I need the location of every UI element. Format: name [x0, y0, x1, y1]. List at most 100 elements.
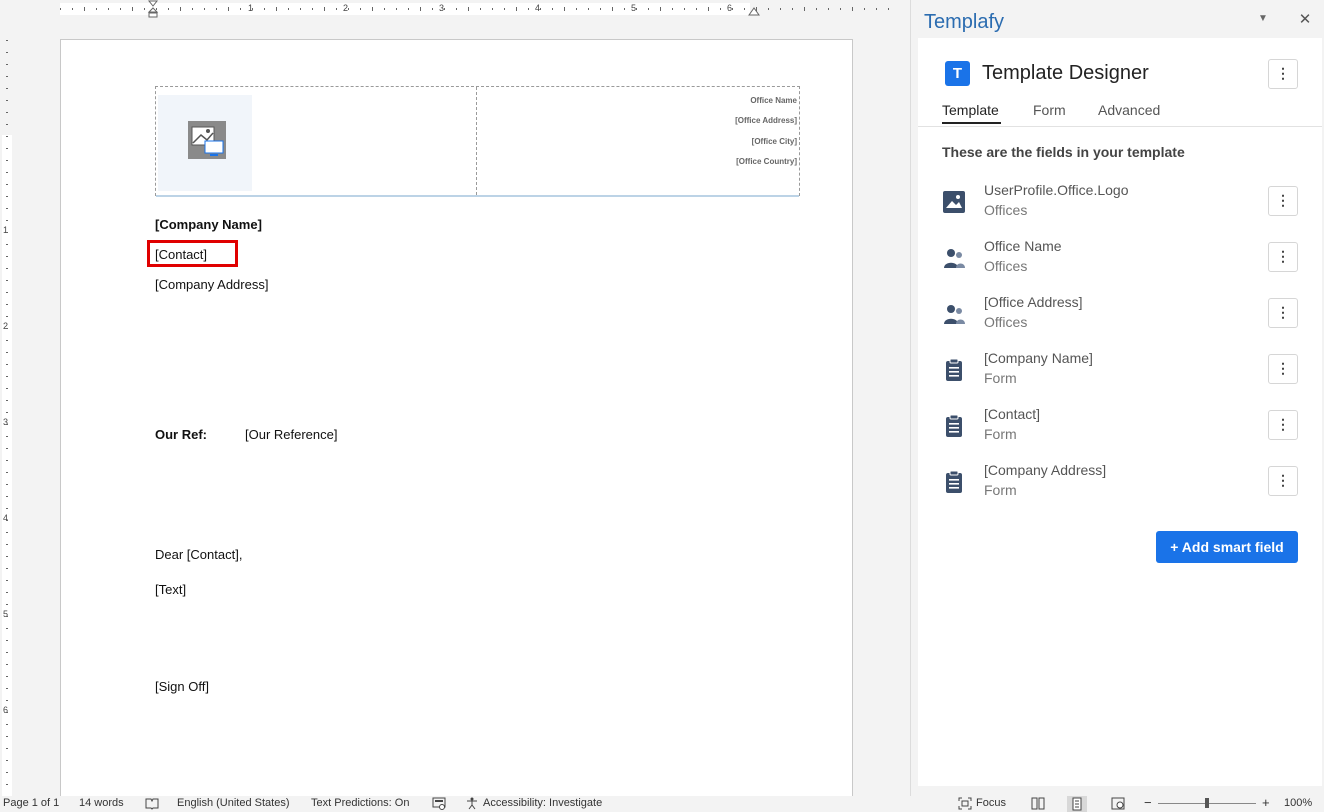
field-row-company-address[interactable]: [Company Address] Form ⋮	[918, 460, 1322, 516]
ruler-tick	[6, 640, 8, 641]
accessibility-icon[interactable]	[465, 797, 479, 810]
add-smart-field-button[interactable]: + Add smart field	[1156, 531, 1298, 563]
ruler-tick	[6, 352, 8, 353]
ruler-tick	[6, 448, 8, 449]
people-icon	[944, 305, 965, 324]
ruler-tick	[6, 316, 8, 317]
company-name-field[interactable]: [Company Name]	[155, 217, 262, 232]
display-settings-icon[interactable]	[432, 797, 446, 810]
tab-template[interactable]: Template	[942, 102, 999, 118]
web-layout-icon[interactable]	[1111, 797, 1125, 810]
ruler-tick	[6, 160, 8, 161]
ruler-tick	[6, 136, 8, 137]
tab-advanced[interactable]: Advanced	[1098, 102, 1160, 118]
right-indent-marker-icon[interactable]	[748, 6, 760, 16]
ruler-tick	[108, 8, 109, 10]
ruler-tick	[6, 736, 8, 737]
ruler-tick	[6, 412, 8, 413]
field-name: Office Name	[984, 238, 1062, 254]
ruler-tick	[6, 520, 8, 521]
proofing-book-icon[interactable]	[145, 797, 159, 810]
ruler-tick	[648, 8, 649, 10]
ruler-tick	[516, 7, 517, 11]
ruler-tick	[408, 8, 409, 10]
zoom-slider-thumb[interactable]	[1205, 798, 1209, 808]
zoom-level[interactable]: 100%	[1284, 797, 1312, 809]
field-options-button[interactable]: ⋮	[1268, 298, 1298, 328]
ruler-tick	[6, 268, 8, 269]
our-reference-field[interactable]: [Our Reference]	[245, 427, 338, 442]
ruler-tick	[6, 604, 8, 605]
header-table[interactable]: Office Name [Office Address] [Office Cit…	[155, 86, 800, 197]
field-source: Form	[984, 370, 1017, 386]
accessibility-status[interactable]: Accessibility: Investigate	[483, 797, 602, 809]
our-ref-label: Our Ref:	[155, 427, 207, 442]
company-address-field[interactable]: [Company Address]	[155, 277, 268, 292]
ruler-tick	[144, 8, 145, 10]
greeting-line[interactable]: Dear [Contact],	[155, 547, 242, 562]
zoom-out-button[interactable]: −	[1144, 795, 1152, 810]
body-text-field[interactable]: [Text]	[155, 582, 186, 597]
field-options-button[interactable]: ⋮	[1268, 242, 1298, 272]
focus-button[interactable]: Focus	[976, 797, 1006, 809]
office-country-field[interactable]: [Office Country]	[736, 157, 797, 166]
document-page[interactable]: Office Name [Office Address] [Office Cit…	[60, 39, 853, 796]
field-row-office-address[interactable]: [Office Address] Offices ⋮	[918, 292, 1322, 348]
ruler-tick	[6, 436, 8, 437]
text-predictions-status[interactable]: Text Predictions: On	[311, 797, 409, 809]
field-row-logo[interactable]: UserProfile.Office.Logo Offices ⋮	[918, 180, 1322, 236]
ruler-tick	[888, 8, 889, 10]
office-name-field[interactable]: Office Name	[750, 96, 797, 105]
office-address-field[interactable]: [Office Address]	[735, 116, 797, 125]
vertical-ruler[interactable]: 1 2 3 4 5 6	[0, 20, 14, 796]
tabs-divider	[918, 126, 1322, 127]
sign-off-field[interactable]: [Sign Off]	[155, 679, 209, 694]
ruler-tick	[240, 8, 241, 10]
ruler-tick	[96, 8, 97, 10]
focus-mode-icon[interactable]	[958, 797, 972, 810]
ruler-tick	[84, 7, 85, 11]
tab-form[interactable]: Form	[1033, 102, 1066, 118]
clipboard-icon	[946, 470, 962, 493]
field-name: [Office Address]	[984, 294, 1083, 310]
print-layout-icon[interactable]	[1067, 796, 1087, 812]
horizontal-ruler[interactable]: 1 2 3 4 5 6	[18, 0, 910, 18]
active-tab-indicator	[942, 122, 1001, 124]
field-options-button[interactable]: ⋮	[1268, 186, 1298, 216]
field-row-office-name[interactable]: Office Name Offices ⋮	[918, 236, 1322, 292]
ruler-tick	[6, 172, 8, 173]
ruler-tick	[324, 7, 325, 11]
field-options-button[interactable]: ⋮	[1268, 354, 1298, 384]
page-count[interactable]: Page 1 of 1	[3, 797, 59, 809]
ruler-number: 2	[3, 321, 9, 331]
ruler-tick	[840, 8, 841, 10]
close-icon[interactable]: ✕	[1297, 10, 1313, 28]
ruler-tick	[252, 8, 253, 10]
logo-placeholder[interactable]	[158, 95, 252, 191]
field-options-button[interactable]: ⋮	[1268, 466, 1298, 496]
ruler-tick	[6, 256, 8, 257]
caret-down-icon[interactable]: ▼	[1256, 13, 1270, 27]
indent-marker-icon[interactable]	[146, 0, 160, 18]
ruler-number: 6	[3, 705, 9, 715]
ruler-tick	[168, 8, 169, 10]
more-options-button[interactable]: ⋮	[1268, 59, 1298, 89]
field-row-company-name[interactable]: [Company Name] Form ⋮	[918, 348, 1322, 404]
field-row-contact[interactable]: [Contact] Form ⋮	[918, 404, 1322, 460]
ruler-active-area	[60, 3, 750, 15]
zoom-in-button[interactable]: +	[1262, 795, 1270, 810]
ruler-tick	[492, 8, 493, 10]
picture-placeholder-icon	[188, 121, 226, 159]
ruler-tick	[204, 8, 205, 10]
language-status[interactable]: English (United States)	[177, 797, 290, 809]
field-options-button[interactable]: ⋮	[1268, 410, 1298, 440]
ruler-tick	[6, 220, 8, 221]
read-mode-icon[interactable]	[1031, 797, 1045, 810]
ruler-tick	[312, 8, 313, 10]
field-source: Offices	[984, 258, 1028, 274]
office-city-field[interactable]: [Office City]	[752, 137, 797, 146]
ruler-tick	[6, 64, 8, 65]
word-count[interactable]: 14 words	[79, 797, 124, 809]
ruler-tick	[6, 304, 8, 305]
ruler-tick	[60, 8, 61, 10]
